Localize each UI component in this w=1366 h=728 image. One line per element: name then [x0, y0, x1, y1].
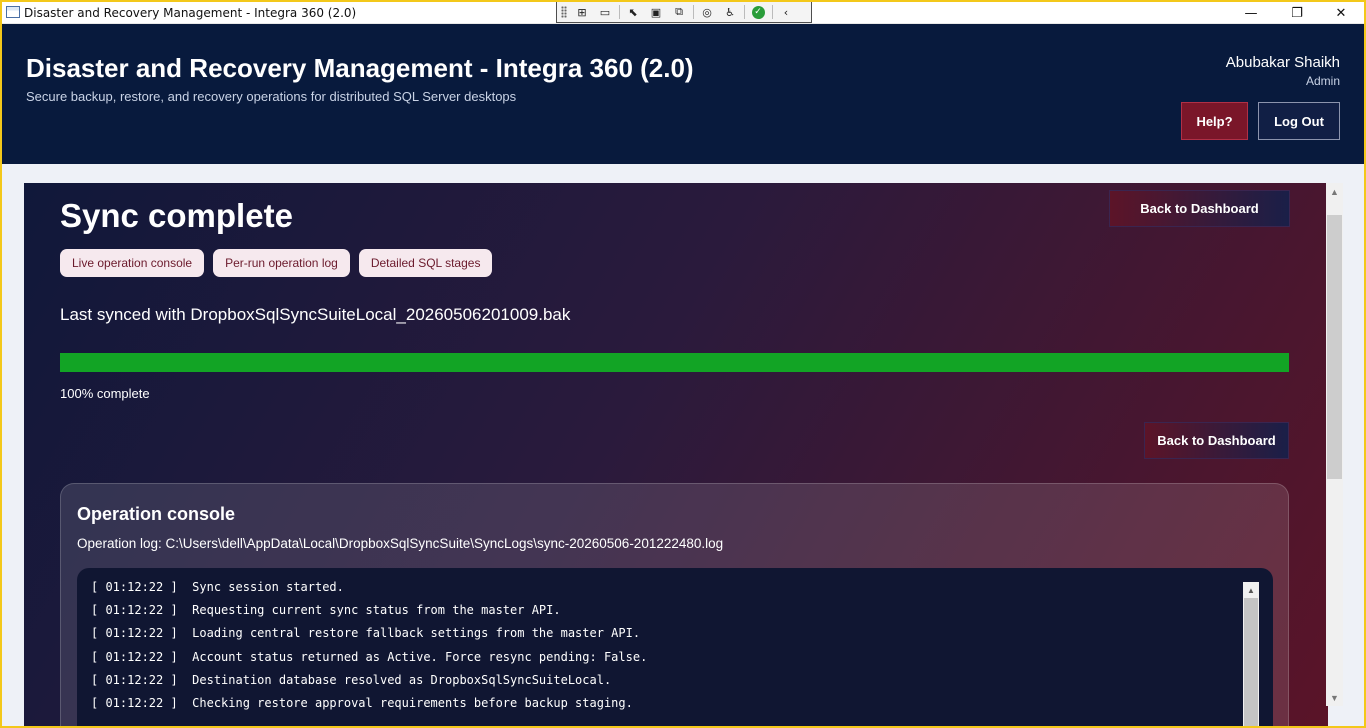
log-line: [ 01:12:22 ] Account status returned as …	[91, 649, 648, 664]
scroll-up-arrow-icon[interactable]: ▲	[1243, 582, 1259, 598]
user-name: Abubakar Shaikh	[1225, 54, 1340, 71]
page-title: Sync complete	[60, 197, 293, 234]
video-capture-icon[interactable]: ▭	[596, 4, 614, 20]
collapse-toolbar-icon[interactable]: ‹	[777, 4, 795, 20]
maximize-button[interactable]: ❐	[1274, 2, 1320, 24]
log-lines: [ 01:12:22 ] Sync session started. [ 01:…	[91, 580, 647, 719]
app-subtitle: Secure backup, restore, and recovery ope…	[26, 89, 517, 104]
toolbar-divider	[619, 5, 620, 19]
app-window: Disaster and Recovery Management - Integ…	[2, 2, 1364, 726]
close-button[interactable]: ✕	[1318, 2, 1364, 24]
chip-per-run-operation-log[interactable]: Per-run operation log	[213, 249, 350, 277]
log-line: [ 01:12:22 ] Requesting current sync sta…	[91, 603, 561, 618]
back-to-dashboard-button-secondary[interactable]: Back to Dashboard	[1144, 422, 1289, 459]
chip-live-operation-console[interactable]: Live operation console	[60, 249, 205, 277]
log-scroll-thumb[interactable]	[1244, 598, 1258, 726]
toolbar-divider	[744, 5, 745, 19]
debug-toolbar: ⊞ ▭ ⬉ ▣ ⧉ ◎ ♿ ✓ ‹	[556, 2, 812, 23]
chip-detailed-sql-stages[interactable]: Detailed SQL stages	[358, 249, 493, 277]
progress-fill	[60, 353, 1289, 372]
log-line: [ 01:12:22 ] Sync session started.	[91, 580, 344, 594]
minimize-button[interactable]: —	[1228, 2, 1274, 24]
progress-text: 100% complete	[60, 386, 150, 401]
display-adorners-icon[interactable]: ▣	[647, 4, 665, 20]
app-header: Disaster and Recovery Management - Integ…	[2, 24, 1364, 164]
back-to-dashboard-button[interactable]: Back to Dashboard	[1109, 190, 1290, 227]
toolbar-divider	[693, 5, 694, 19]
toolbar-divider	[772, 5, 773, 19]
scroll-down-arrow-icon[interactable]: ▼	[1326, 689, 1343, 706]
page-scrollbar[interactable]: ▲ ▼	[1326, 183, 1343, 706]
log-line: [ 01:12:22 ] Destination database resolv…	[91, 672, 612, 687]
operation-console-card: Operation console Operation log: C:\User…	[60, 483, 1289, 726]
view-chips: Live operation console Per-run operation…	[60, 249, 493, 277]
app-icon	[6, 6, 20, 18]
track-focus-icon[interactable]: ⧉	[670, 4, 688, 20]
window-title: Disaster and Recovery Management - Integ…	[24, 6, 357, 20]
console-title: Operation console	[77, 504, 236, 524]
select-element-icon[interactable]: ⬉	[624, 4, 642, 20]
progress-bar	[60, 353, 1289, 372]
scroll-up-arrow-icon[interactable]: ▲	[1326, 183, 1343, 200]
log-scrollbar[interactable]: ▲	[1243, 582, 1259, 726]
toolbar-grip-icon[interactable]	[561, 6, 567, 18]
app-title: Disaster and Recovery Management - Integ…	[26, 53, 694, 83]
logout-button[interactable]: Log Out	[1258, 102, 1340, 140]
last-synced-text: Last synced with DropboxSqlSyncSuiteLoca…	[60, 305, 571, 324]
user-role: Admin	[1305, 74, 1340, 88]
title-bar: Disaster and Recovery Management - Integ…	[2, 2, 1364, 24]
binding-failures-icon[interactable]: ◎	[698, 4, 716, 20]
check-icon[interactable]: ✓	[749, 4, 767, 20]
page-scroll-thumb[interactable]	[1327, 215, 1342, 479]
accessibility-icon[interactable]: ♿	[721, 4, 739, 20]
live-visual-tree-icon[interactable]: ⊞	[573, 4, 591, 20]
operation-log-path: Operation log: C:\Users\dell\AppData\Loc…	[77, 536, 724, 551]
log-output[interactable]: [ 01:12:22 ] Sync session started. [ 01:…	[77, 568, 1273, 726]
log-line: [ 01:12:22 ] Checking restore approval r…	[91, 695, 633, 710]
help-button[interactable]: Help?	[1181, 102, 1248, 140]
sync-panel: Sync complete Back to Dashboard Live ope…	[24, 183, 1328, 726]
log-line: [ 01:12:22 ] Loading central restore fal…	[91, 626, 641, 641]
